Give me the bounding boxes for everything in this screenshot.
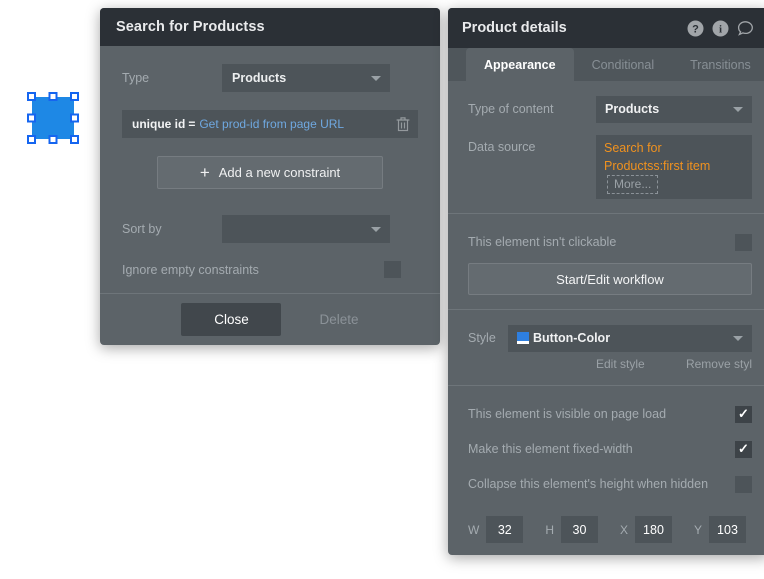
data-source-more-button[interactable]: More... [607,175,659,194]
property-panel: Product details ? i Appearance Condition… [448,8,764,555]
plus-icon: + [199,163,210,182]
resize-handle-w[interactable] [27,113,36,123]
svg-text:?: ? [692,23,699,35]
dimension-fields: W 32 H 30 X 180 Y 103 [448,516,764,543]
chevron-down-icon [733,107,743,112]
visible-on-page-load-label: This element is visible on page load [468,407,667,421]
search-dialog-header: Search for Productss [100,8,440,46]
y-input[interactable]: 103 [708,516,746,543]
constraint-operator: = [188,117,196,131]
resize-handle-s[interactable] [48,135,58,144]
tab-appearance[interactable]: Appearance [466,48,574,81]
resize-handle-ne[interactable] [70,92,79,101]
info-circle-icon[interactable]: i [712,20,729,37]
fixed-width-label: Make this element fixed-width [468,442,633,456]
style-dropdown[interactable]: Button-Color [508,324,752,352]
add-constraint-button[interactable]: + Add a new constraint [157,156,383,189]
add-constraint-label: Add a new constraint [218,165,341,180]
style-row: Style Button-Color [448,324,764,352]
width-label: W [468,522,480,537]
visible-on-page-load-row: This element is visible on page load ✓ [448,400,764,428]
type-dropdown-value: Products [232,71,287,85]
close-button[interactable]: Close [181,303,282,336]
type-label: Type [122,71,150,85]
trash-icon[interactable] [396,117,410,132]
tab-transitions[interactable]: Transitions [672,48,764,81]
not-clickable-label: This element isn't clickable [468,235,617,249]
chevron-down-icon [371,76,381,81]
visible-on-page-load-checkbox[interactable]: ✓ [735,405,752,423]
data-source-expression[interactable]: Search for Productss:first item More... [596,135,752,199]
edit-style-link[interactable]: Edit style [596,357,645,371]
search-constraints-dialog: Search for Productss Type Products uniqu… [100,8,440,345]
remove-style-link[interactable]: Remove styl [686,357,752,371]
ignore-empty-label: Ignore empty constraints [122,262,259,277]
type-row: Type Products [122,64,418,92]
type-of-content-dropdown[interactable]: Products [596,95,752,123]
fixed-width-checkbox[interactable]: ✓ [735,440,752,458]
resize-handle-n[interactable] [48,92,58,101]
property-panel-title: Product details [462,20,567,36]
property-panel-tabs: Appearance Conditional Transitions [448,48,764,81]
width-input[interactable]: 32 [486,516,524,543]
ignore-empty-checkbox[interactable] [384,261,401,278]
sort-by-row: Sort by [122,215,418,243]
constraint-row[interactable]: unique id = Get prod-id from page URL [122,110,418,138]
style-value: Button-Color [533,331,611,345]
collapse-height-checkbox[interactable] [735,475,752,493]
data-source-label: Data source [468,140,536,154]
resize-handle-se[interactable] [70,135,79,144]
not-clickable-row: This element isn't clickable [448,228,764,256]
delete-button[interactable]: Delete [319,312,358,327]
x-input[interactable]: 180 [634,516,672,543]
height-input[interactable]: 30 [560,516,598,543]
help-circle-icon[interactable]: ? [687,20,704,37]
start-edit-workflow-button[interactable]: Start/Edit workflow [468,263,752,295]
ignore-empty-row: Ignore empty constraints [122,261,418,278]
divider [448,213,764,214]
property-panel-header: Product details ? i [448,8,764,48]
search-dialog-footer: Close Delete [100,293,440,345]
style-label: Style [468,331,496,345]
data-source-row: Data source Search for Productss:first i… [448,135,764,199]
property-panel-body: Type of content Products Data source Sea… [448,81,764,555]
type-of-content-label: Type of content [468,102,554,116]
not-clickable-checkbox[interactable] [735,233,752,251]
divider [448,309,764,310]
style-swatch-icon [517,332,529,344]
comment-bubble-icon[interactable] [737,20,754,37]
height-label: H [545,522,554,537]
sort-by-label: Sort by [122,222,162,236]
type-of-content-row: Type of content Products [448,95,764,123]
sort-by-dropdown[interactable] [222,215,390,243]
svg-text:i: i [719,23,722,35]
search-dialog-title: Search for Productss [116,19,265,35]
constraint-value[interactable]: Get prod-id from page URL [199,117,344,131]
data-source-value[interactable]: Search for Productss:first item [604,141,710,173]
header-icon-group: ? i [687,20,754,37]
constraint-key: unique id [132,117,186,131]
chevron-down-icon [371,227,381,232]
fixed-width-row: Make this element fixed-width ✓ [448,435,764,463]
resize-handle-nw[interactable] [27,92,36,101]
divider [448,385,764,386]
search-dialog-body: Type Products unique id = Get prod-id fr… [100,46,440,278]
chevron-down-icon [733,336,743,341]
resize-handle-sw[interactable] [27,135,36,144]
canvas-selected-element[interactable] [27,92,79,144]
x-label: X [619,522,628,537]
type-of-content-value: Products [605,102,660,116]
app-root: Search for Productss Type Products uniqu… [0,0,764,579]
type-dropdown[interactable]: Products [222,64,390,92]
y-label: Y [693,522,702,537]
tab-conditional[interactable]: Conditional [574,48,673,81]
style-links: Edit style Remove styl [448,352,764,371]
resize-handle-e[interactable] [70,113,79,123]
collapse-height-label: Collapse this element's height when hidd… [468,477,709,491]
collapse-height-row: Collapse this element's height when hidd… [448,470,764,498]
